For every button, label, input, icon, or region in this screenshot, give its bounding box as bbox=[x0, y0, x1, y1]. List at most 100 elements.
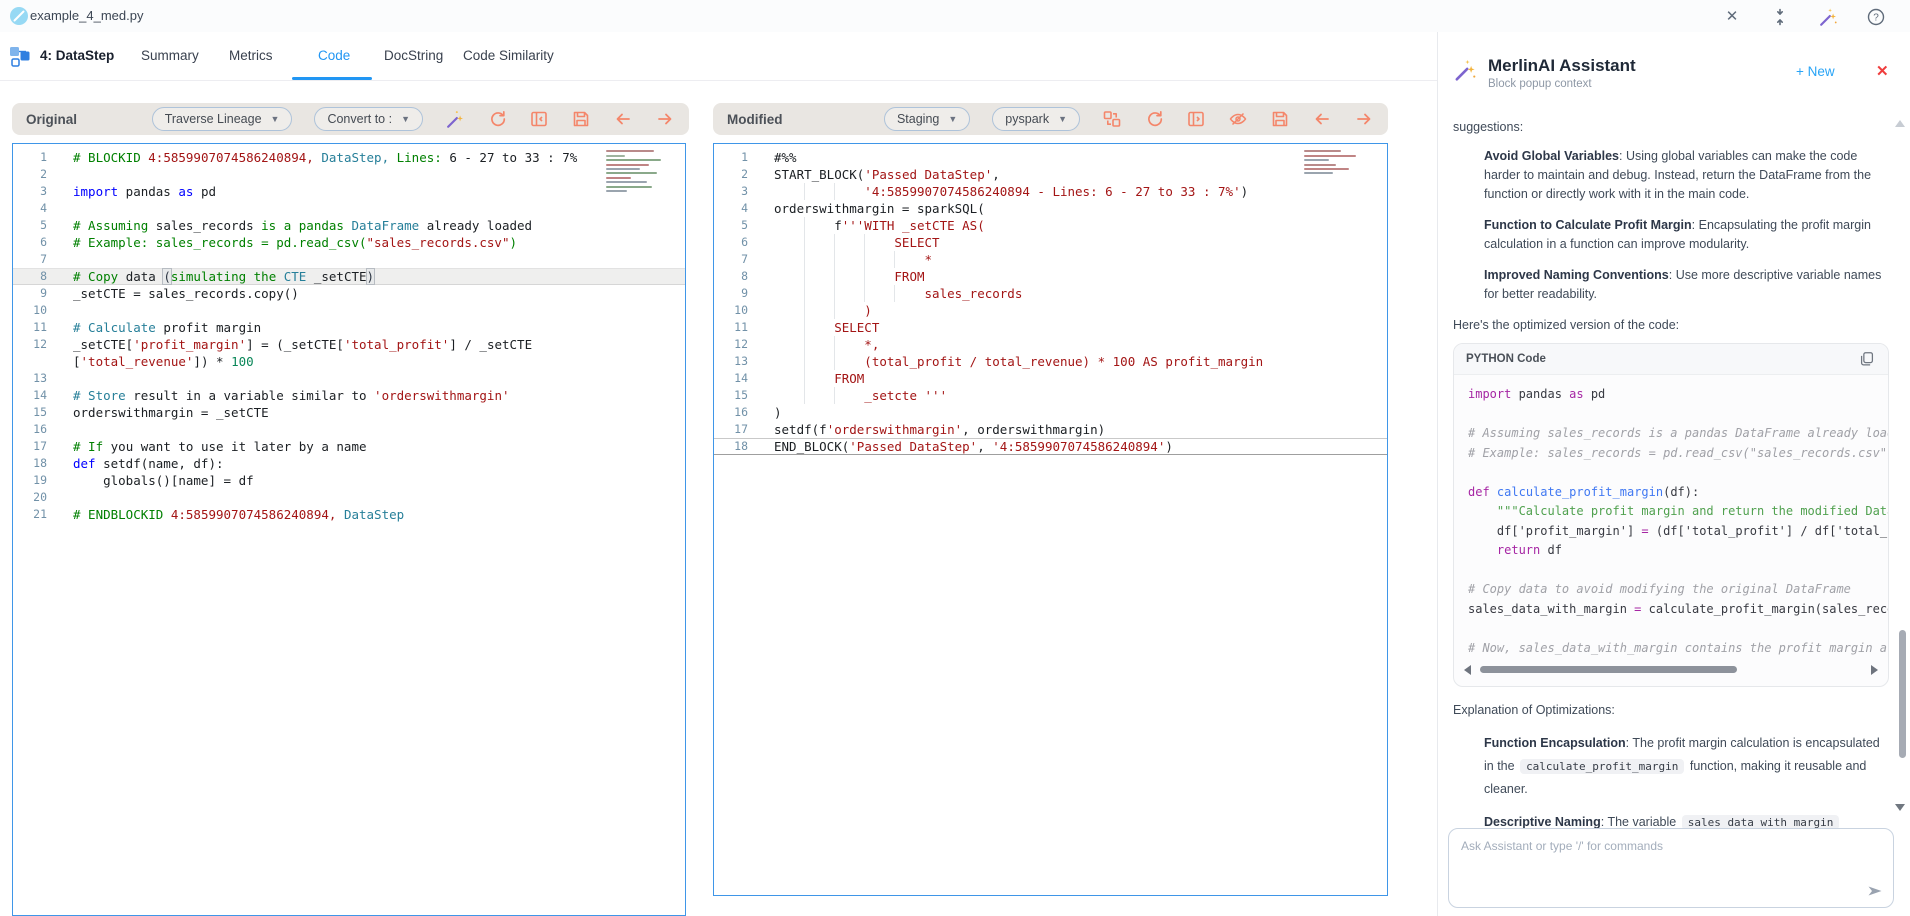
tab-code-similarity[interactable]: Code Similarity bbox=[463, 48, 554, 63]
code-line: 8# Copy data (simulating the CTE _setCTE… bbox=[13, 268, 685, 285]
assistant-input[interactable] bbox=[1449, 829, 1893, 907]
arrow-right-icon[interactable] bbox=[655, 109, 675, 129]
refresh-icon[interactable] bbox=[1144, 109, 1164, 129]
scroll-left-icon[interactable] bbox=[1464, 665, 1471, 675]
explanation-list: Function Encapsulation: The profit margi… bbox=[1453, 732, 1889, 828]
vertical-scrollbar-thumb[interactable] bbox=[1899, 630, 1906, 758]
code-line: 12_setCTE['profit_margin'] = (_setCTE['t… bbox=[13, 336, 685, 353]
original-panel-label: Original bbox=[26, 112, 77, 127]
horizontal-scrollbar[interactable] bbox=[1464, 662, 1878, 678]
help-icon[interactable]: ? bbox=[1866, 7, 1886, 27]
code-line: # Example: sales_records = pd.read_csv("… bbox=[1468, 444, 1888, 464]
save-icon[interactable] bbox=[1270, 109, 1290, 129]
arrow-left-icon[interactable] bbox=[613, 109, 633, 129]
assistant-subtitle: Block popup context bbox=[1488, 78, 1592, 90]
modified-code-editor[interactable]: 1#%%2START_BLOCK('Passed DataStep',3 '4:… bbox=[713, 143, 1388, 896]
assistant-input-box bbox=[1448, 828, 1894, 908]
magic-wand-icon[interactable] bbox=[1818, 7, 1838, 27]
chevron-down-icon: ▼ bbox=[271, 114, 280, 124]
original-code-editor[interactable]: 1# BLOCKID 4:5859907074586240894, DataSt… bbox=[12, 143, 686, 916]
suggestion-item: Improved Naming Conventions: Use more de… bbox=[1484, 266, 1889, 304]
code-line: 11 SELECT bbox=[714, 319, 1387, 336]
explanation-item: Function Encapsulation: The profit margi… bbox=[1484, 732, 1889, 801]
send-icon[interactable] bbox=[1865, 881, 1885, 901]
scroll-down-icon[interactable] bbox=[1895, 804, 1905, 811]
close-icon[interactable]: ✕ bbox=[1722, 7, 1742, 27]
code-line: 16 bbox=[13, 421, 685, 438]
code-line: 10 bbox=[13, 302, 685, 319]
modified-toolbar: Modified Staging▼ pyspark▼ bbox=[713, 103, 1388, 135]
code-line: ['total_revenue']) * 100 bbox=[13, 353, 685, 370]
copy-icon[interactable] bbox=[1858, 350, 1876, 368]
arrow-left-icon[interactable] bbox=[1312, 109, 1332, 129]
convert-to-button[interactable]: Convert to :▼ bbox=[314, 107, 423, 131]
new-chat-button[interactable]: + New bbox=[1796, 64, 1835, 79]
code-line: 13 bbox=[13, 370, 685, 387]
scroll-up-icon[interactable] bbox=[1895, 120, 1905, 127]
environment-dropdown[interactable]: Staging▼ bbox=[884, 107, 970, 131]
code-line: 5# Assuming sales_records is a pandas Da… bbox=[13, 217, 685, 234]
code-line: 15orderswithmargin = _setCTE bbox=[13, 404, 685, 421]
tab-block-name[interactable]: 4: DataStep bbox=[40, 48, 114, 63]
svg-text:?: ? bbox=[1873, 13, 1879, 24]
code-line: 14# Store result in a variable similar t… bbox=[13, 387, 685, 404]
code-line: 1# BLOCKID 4:5859907074586240894, DataSt… bbox=[13, 149, 685, 166]
code-line: 18END_BLOCK('Passed DataStep', '4:585990… bbox=[714, 438, 1387, 455]
code-line: 17setdf(f'orderswithmargin', orderswithm… bbox=[714, 421, 1387, 438]
collapse-icon[interactable] bbox=[1770, 7, 1790, 27]
arrow-right-icon[interactable] bbox=[1354, 109, 1374, 129]
magic-wand-icon[interactable] bbox=[445, 109, 465, 129]
code-line: 18def setdf(name, df): bbox=[13, 455, 685, 472]
tab-summary[interactable]: Summary bbox=[141, 48, 199, 63]
code-line: 9 sales_records bbox=[714, 285, 1387, 302]
language-dropdown[interactable]: pyspark▼ bbox=[992, 107, 1080, 131]
traverse-lineage-button[interactable]: Traverse Lineage▼ bbox=[152, 107, 293, 131]
assistant-message-area[interactable]: suggestions: Avoid Global Variables: Usi… bbox=[1438, 100, 1897, 828]
code-line: 5 f'''WITH _setCTE AS( bbox=[714, 217, 1387, 234]
scroll-right-icon[interactable] bbox=[1871, 665, 1878, 675]
minimap[interactable] bbox=[603, 148, 665, 194]
code-line: 19 globals()[name] = df bbox=[13, 472, 685, 489]
panel-right-icon[interactable] bbox=[1186, 109, 1206, 129]
code-line: 8 FROM bbox=[714, 268, 1387, 285]
code-line: 2START_BLOCK('Passed DataStep', bbox=[714, 166, 1387, 183]
code-line: 2 bbox=[13, 166, 685, 183]
eye-slash-icon[interactable] bbox=[1228, 109, 1248, 129]
code-line: 21# ENDBLOCKID 4:5859907074586240894, Da… bbox=[13, 506, 685, 523]
compare-swap-icon[interactable] bbox=[1102, 109, 1122, 129]
suggestion-list: Avoid Global Variables: Using global var… bbox=[1453, 147, 1889, 304]
minimap[interactable] bbox=[1301, 148, 1363, 177]
tab-docstring[interactable]: DocString bbox=[384, 48, 443, 63]
window-titlebar: example_4_med.py ✕ ? bbox=[0, 0, 1910, 33]
tab-code[interactable]: Code bbox=[318, 48, 350, 63]
code-line: 10 ) bbox=[714, 302, 1387, 319]
code-line: 13 (total_profit / total_revenue) * 100 … bbox=[714, 353, 1387, 370]
save-icon[interactable] bbox=[571, 109, 591, 129]
close-assistant-icon[interactable]: ✕ bbox=[1876, 62, 1889, 80]
code-line: 12 *, bbox=[714, 336, 1387, 353]
refresh-icon[interactable] bbox=[487, 109, 507, 129]
merlin-ai-assistant-panel: MerlinAI Assistant Block popup context +… bbox=[1437, 32, 1910, 916]
scrollbar-thumb[interactable] bbox=[1480, 666, 1737, 673]
explanation-item: Descriptive Naming: The variable sales_d… bbox=[1484, 811, 1889, 828]
code-line: 4 bbox=[13, 200, 685, 217]
magic-wand-icon bbox=[1453, 58, 1477, 82]
panel-left-icon[interactable] bbox=[529, 109, 549, 129]
code-card-title: PYTHON Code bbox=[1466, 353, 1546, 365]
code-line bbox=[1468, 405, 1888, 425]
tab-metrics[interactable]: Metrics bbox=[229, 48, 273, 63]
code-line: 9_setCTE = sales_records.copy() bbox=[13, 285, 685, 302]
code-line: 17# If you want to use it later by a nam… bbox=[13, 438, 685, 455]
suggestion-item: Avoid Global Variables: Using global var… bbox=[1484, 147, 1889, 204]
datastep-icon bbox=[8, 44, 32, 68]
optimized-intro: Here's the optimized version of the code… bbox=[1453, 316, 1889, 335]
chevron-down-icon: ▼ bbox=[401, 114, 410, 124]
code-line: """Calculate profit margin and return th… bbox=[1468, 502, 1888, 522]
explanation-title: Explanation of Optimizations: bbox=[1453, 701, 1889, 720]
code-line: 1#%% bbox=[714, 149, 1387, 166]
code-line: 3import pandas as pd bbox=[13, 183, 685, 200]
code-line: # Assuming sales_records is a pandas Dat… bbox=[1468, 424, 1888, 444]
code-line bbox=[1468, 561, 1888, 581]
code-line bbox=[1468, 463, 1888, 483]
chevron-down-icon: ▼ bbox=[1058, 114, 1067, 124]
